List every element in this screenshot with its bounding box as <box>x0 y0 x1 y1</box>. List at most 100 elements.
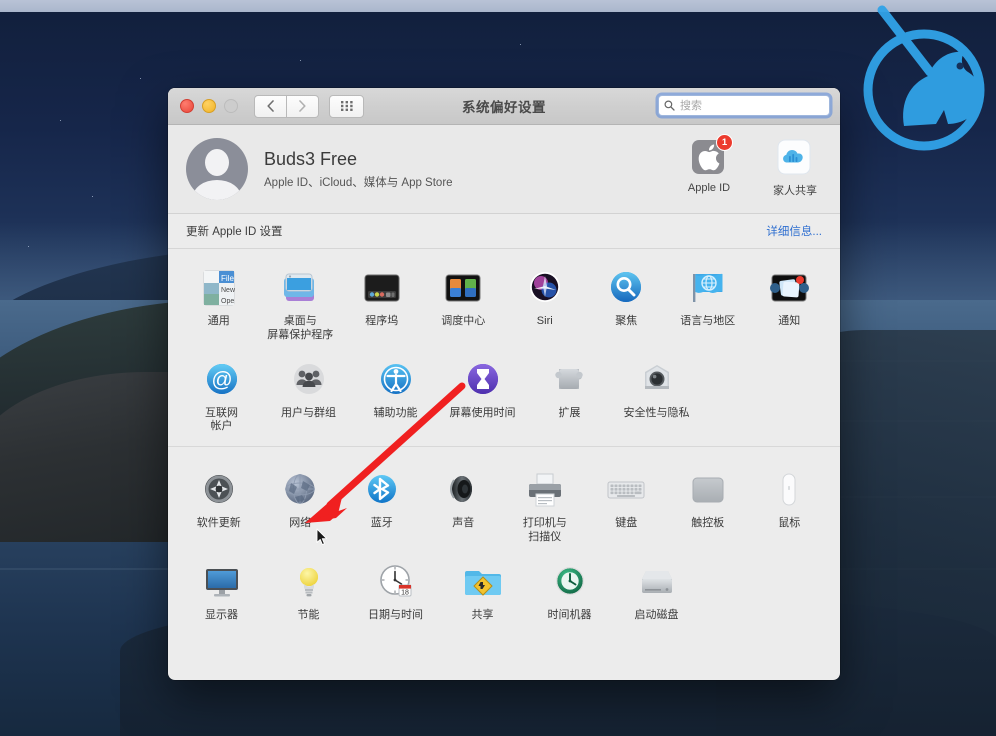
sharing-icon <box>460 559 506 605</box>
extensions-icon <box>547 357 593 403</box>
pref-label: 通知 <box>778 315 801 327</box>
energy-saver-icon <box>286 559 332 605</box>
apple-id-update-banner[interactable]: 更新 Apple ID 设置 详细信息... <box>168 214 840 249</box>
pref-date-time[interactable]: 18 日期与时间 <box>352 553 439 631</box>
pref-trackpad[interactable]: 触控板 <box>667 461 749 553</box>
keyboard-icon <box>603 467 649 513</box>
pref-sound[interactable]: 声音 <box>423 461 505 553</box>
pref-label: 安全性与隐私 <box>623 406 690 419</box>
mouse-cursor <box>316 528 328 546</box>
icloud-family-icon <box>776 139 814 177</box>
avatar-body <box>193 180 241 200</box>
pref-screen-time[interactable]: 屏幕使用时间 <box>439 351 526 443</box>
pref-printers-scanners[interactable]: 打印机与 扫描仪 <box>504 461 586 553</box>
settings-row: @ 互联网 帐户 用户与群组 辅助功能 屏幕使用时间 扩展 安全性与隐私 <box>178 351 830 443</box>
pref-label: 软件更新 <box>196 517 241 529</box>
pref-label: 日期与时间 <box>368 608 423 621</box>
pref-extensions[interactable]: 扩展 <box>526 351 613 443</box>
pref-internet-accounts[interactable]: @ 互联网 帐户 <box>178 351 265 443</box>
search-input[interactable] <box>678 98 824 113</box>
window-titlebar: 系统偏好设置 <box>168 88 840 125</box>
pref-network[interactable]: 网络 <box>260 461 342 553</box>
security-privacy-icon <box>634 357 680 403</box>
pref-general[interactable]: File New Ope 通用 <box>178 259 260 351</box>
spotlight-icon <box>603 265 649 311</box>
pref-mouse[interactable]: 鼠标 <box>749 461 831 553</box>
family-sharing-tile-label: 家人共享 <box>773 185 817 197</box>
personal-settings-section: File New Ope 通用 桌面与 屏幕保护程序 程序坞 调度中心 Siri… <box>168 249 840 446</box>
svg-text:New: New <box>221 287 236 294</box>
close-button[interactable] <box>180 99 194 113</box>
bluetooth-icon <box>359 467 405 513</box>
pref-mission-control[interactable]: 调度中心 <box>423 259 505 351</box>
zoom-button <box>224 99 238 113</box>
account-text-block: Buds3 Free Apple ID、iCloud、媒体与 App Store <box>264 148 453 190</box>
internet-accounts-icon: @ <box>199 357 245 403</box>
avatar[interactable] <box>186 138 248 200</box>
pref-spotlight[interactable]: 聚焦 <box>586 259 668 351</box>
sound-icon <box>440 467 486 513</box>
apple-id-account-row[interactable]: Buds3 Free Apple ID、iCloud、媒体与 App Store… <box>168 125 840 214</box>
pref-sharing[interactable]: 共享 <box>439 553 526 631</box>
family-sharing-tile[interactable]: 家人共享 <box>764 139 826 198</box>
search-field-wrapper[interactable] <box>658 95 830 116</box>
pref-label: 打印机与 扫描仪 <box>522 517 567 543</box>
printers-scanners-icon <box>522 467 568 513</box>
pref-label: 显示器 <box>205 608 238 621</box>
pref-siri[interactable]: Siri <box>504 259 586 351</box>
pref-users-groups[interactable]: 用户与群组 <box>265 351 352 443</box>
pref-label: 声音 <box>452 517 475 529</box>
svg-text:Ope: Ope <box>221 298 234 305</box>
pref-label: 程序坞 <box>365 315 399 327</box>
account-quick-tiles[interactable]: 1 Apple ID 家人共享 <box>678 134 826 198</box>
pref-label: 屏幕使用时间 <box>449 406 516 419</box>
mouse-icon <box>766 467 812 513</box>
trackpad-icon <box>685 467 731 513</box>
menu-bar <box>0 0 996 12</box>
hardware-settings-section: 软件更新 网络 蓝牙 声音 打印机与 扫描仪 键盘 触控板 鼠标 显示器 节能 … <box>168 446 840 635</box>
pref-label: 蓝牙 <box>370 517 393 529</box>
settings-row: File New Ope 通用 桌面与 屏幕保护程序 程序坞 调度中心 Siri… <box>178 259 830 351</box>
account-name: Buds3 Free <box>264 149 358 170</box>
navigation-buttons[interactable] <box>254 94 319 118</box>
svg-text:18: 18 <box>401 589 409 596</box>
pref-desktop-screensaver[interactable]: 桌面与 屏幕保护程序 <box>260 259 342 351</box>
apple-logo-icon: 1 <box>690 134 733 177</box>
pref-accessibility[interactable]: 辅助功能 <box>352 351 439 443</box>
forward-button[interactable] <box>287 94 319 118</box>
pref-notifications[interactable]: 通知 <box>749 259 831 351</box>
search-field[interactable] <box>658 95 830 116</box>
pref-startup-disk[interactable]: 启动磁盘 <box>613 553 700 631</box>
pref-label: 触控板 <box>691 517 725 529</box>
apple-id-tile-label: Apple ID <box>687 182 731 194</box>
chevron-left-icon <box>267 100 274 112</box>
show-all-button[interactable] <box>329 94 364 118</box>
pref-keyboard[interactable]: 键盘 <box>586 461 668 553</box>
window-controls[interactable] <box>180 99 238 113</box>
pref-label: 语言与地区 <box>680 315 736 327</box>
grid-view-icon <box>340 101 353 111</box>
pref-bluetooth[interactable]: 蓝牙 <box>341 461 423 553</box>
pref-label: 扩展 <box>558 406 581 419</box>
pref-displays[interactable]: 显示器 <box>178 553 265 631</box>
network-icon <box>277 467 323 513</box>
minimize-button[interactable] <box>202 99 216 113</box>
screen-time-icon <box>460 357 506 403</box>
dock-icon <box>359 265 405 311</box>
pref-software-update[interactable]: 软件更新 <box>178 461 260 553</box>
pref-time-machine[interactable]: 时间机器 <box>526 553 613 631</box>
system-preferences-window[interactable]: 系统偏好设置 Buds3 Free Apple ID、iCloud、媒体与 Ap… <box>168 88 840 680</box>
pref-language-region[interactable]: 语言与地区 <box>667 259 749 351</box>
pref-security-privacy[interactable]: 安全性与隐私 <box>613 351 700 443</box>
siri-icon <box>522 265 568 311</box>
apple-id-tile[interactable]: 1 Apple ID <box>678 134 740 198</box>
displays-icon <box>199 559 245 605</box>
settings-row: 软件更新 网络 蓝牙 声音 打印机与 扫描仪 键盘 触控板 鼠标 <box>178 461 830 553</box>
date-time-icon: 18 <box>373 559 419 605</box>
banner-details-link[interactable]: 详细信息... <box>766 223 822 239</box>
general-icon: File New Ope <box>196 265 242 311</box>
pref-dock[interactable]: 程序坞 <box>341 259 423 351</box>
back-button[interactable] <box>254 94 287 118</box>
time-machine-icon <box>547 559 593 605</box>
pref-energy-saver[interactable]: 节能 <box>265 553 352 631</box>
